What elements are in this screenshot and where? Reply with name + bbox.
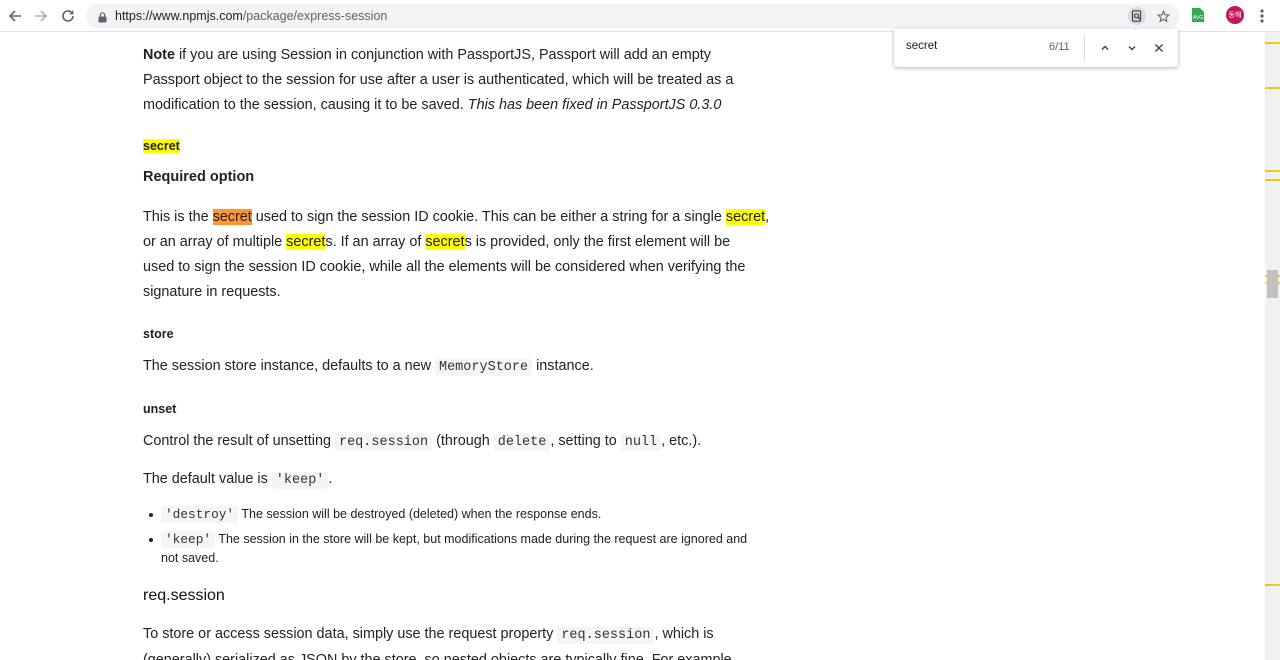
url-text: https://www.npmjs.com/package/express-se… <box>115 9 388 23</box>
secret-heading-text: secret <box>143 139 180 153</box>
find-marker <box>1265 584 1280 586</box>
reload-icon[interactable] <box>58 6 78 26</box>
default-value: The default value is 'keep'. <box>143 471 333 489</box>
find-count: 6/11 <box>1049 41 1070 53</box>
forward-icon[interactable] <box>31 6 51 26</box>
scrollbar[interactable] <box>1265 32 1280 660</box>
scrollbar-thumb[interactable] <box>1267 270 1278 298</box>
browser-toolbar: https://www.npmjs.com/package/express-se… <box>0 0 1280 32</box>
find-marker <box>1265 179 1280 181</box>
required-option-label: Required option <box>143 169 255 185</box>
back-icon[interactable] <box>5 6 25 26</box>
find-match-current: secret <box>212 209 252 225</box>
chevron-down-icon[interactable] <box>1124 40 1140 56</box>
unset-heading: unset <box>143 402 177 416</box>
find-marker <box>1265 170 1280 172</box>
find-input[interactable] <box>906 40 1036 52</box>
chevron-up-icon[interactable] <box>1097 40 1113 56</box>
address-bar[interactable]: https://www.npmjs.com/package/express-se… <box>86 4 1180 28</box>
find-match: secret <box>725 209 766 225</box>
find-bar: 6/11 <box>894 29 1178 67</box>
list-item: 'keep' The session in the store will be … <box>149 530 749 568</box>
find-in-page-icon[interactable] <box>1128 7 1146 25</box>
page-content: Note if you are using Session in conjunc… <box>0 32 1265 660</box>
lock-icon <box>98 10 107 28</box>
secret-heading: secret <box>143 137 180 155</box>
close-icon[interactable] <box>1151 40 1167 56</box>
req-session-description: To store or access session data, simply … <box>143 626 732 660</box>
star-icon[interactable] <box>1154 7 1172 25</box>
bullet-icon <box>149 538 153 542</box>
bullet-icon <box>149 513 153 517</box>
store-description: The session store instance, defaults to … <box>143 358 594 376</box>
divider <box>1084 35 1085 61</box>
extension-icon[interactable]: AVG <box>1191 7 1205 28</box>
list-item: 'destroy' The session will be destroyed … <box>149 505 749 524</box>
avatar[interactable]: 동해 <box>1226 6 1244 24</box>
secret-description: This is the secret used to sign the sess… <box>143 209 770 300</box>
unset-description: Control the result of unsetting req.sess… <box>143 433 702 451</box>
find-marker <box>1265 42 1280 44</box>
note-paragraph: Note if you are using Session in conjunc… <box>143 47 734 113</box>
find-match: secret <box>425 234 465 250</box>
req-session-heading: req.session <box>143 587 225 604</box>
find-match: secret <box>286 234 326 250</box>
find-marker <box>1265 87 1280 89</box>
store-heading: store <box>143 327 174 341</box>
menu-icon[interactable] <box>1255 6 1269 26</box>
svg-text:AVG: AVG <box>1193 15 1203 21</box>
